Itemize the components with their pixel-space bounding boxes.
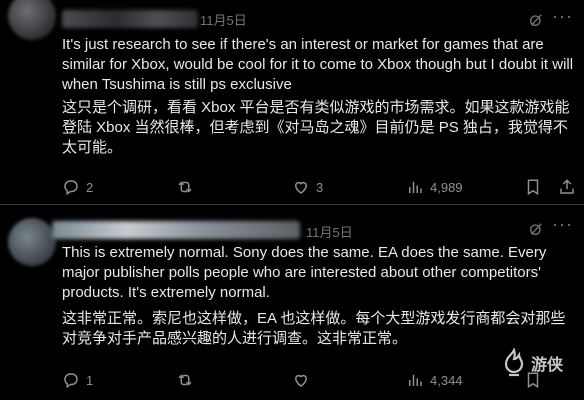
reply-button[interactable]: 1 — [62, 371, 93, 389]
views-button[interactable]: 4,989 — [406, 178, 463, 196]
post-1[interactable]: 11月5日 ··· It's just research to see if t… — [0, 0, 584, 205]
views-count: 4,344 — [430, 372, 463, 388]
repost-button[interactable] — [176, 178, 200, 196]
share-button[interactable] — [558, 178, 576, 196]
like-button[interactable]: 3 — [292, 178, 323, 196]
post-date[interactable]: 11月5日 — [200, 10, 247, 29]
grok-icon[interactable] — [528, 221, 544, 237]
more-icon[interactable]: ··· — [552, 214, 573, 235]
blurred-username[interactable] — [62, 10, 198, 28]
reply-button[interactable]: 2 — [62, 178, 93, 196]
bookmark-button[interactable] — [524, 178, 542, 196]
avatar[interactable] — [8, 0, 56, 40]
views-icon — [409, 181, 422, 193]
watermark-text: 游侠 — [531, 355, 564, 374]
reply-count: 1 — [86, 372, 94, 388]
post-text-en: It's just research to see if there's an … — [62, 36, 574, 93]
post-text-en: This is extremely normal. Sony does the … — [62, 244, 547, 301]
like-icon — [294, 181, 308, 194]
repost-icon — [178, 374, 192, 386]
repost-icon — [178, 181, 192, 193]
views-count: 4,989 — [430, 179, 463, 195]
site-watermark: 游侠 — [500, 348, 563, 378]
repost-button[interactable] — [176, 371, 200, 389]
watermark-logo — [504, 348, 524, 377]
like-button[interactable] — [292, 371, 316, 389]
post-text-zh: 这非常正常。索尼也这样做，EA 也这样做。每个大型游戏发行商都会对那些对竞争对手… — [62, 310, 566, 347]
like-icon — [294, 374, 308, 387]
grok-icon[interactable] — [528, 12, 544, 28]
views-button[interactable]: 4,344 — [406, 371, 463, 389]
more-icon[interactable]: ··· — [552, 6, 573, 27]
bookmark-icon — [527, 179, 539, 196]
like-count: 3 — [316, 179, 324, 195]
reply-count: 2 — [86, 179, 94, 195]
blurred-username[interactable] — [52, 221, 300, 239]
reply-icon — [64, 180, 78, 196]
post-2[interactable]: 11月5日 ··· This is extremely normal. Sony… — [0, 205, 584, 400]
share-icon — [560, 179, 574, 194]
reply-icon — [64, 373, 78, 389]
post-text-zh: 这只是个调研，看看 Xbox 平台是否有类似游戏的市场需求。如果这款游戏能登陆 … — [62, 99, 570, 156]
views-icon — [409, 374, 422, 386]
avatar[interactable] — [8, 218, 56, 266]
action-bar: 2 3 4,989 — [62, 178, 577, 198]
post-date[interactable]: 11月5日 — [306, 222, 353, 241]
